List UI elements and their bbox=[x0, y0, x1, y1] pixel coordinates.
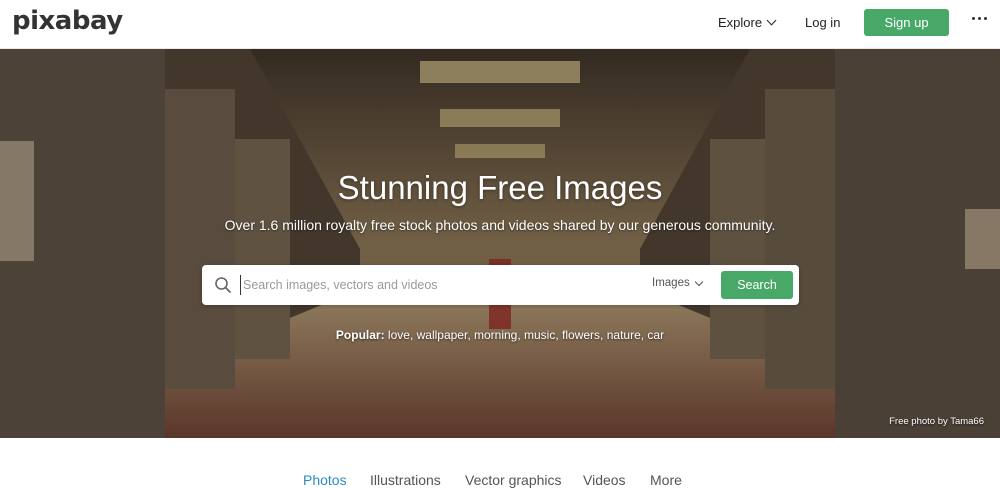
more-dots-icon[interactable] bbox=[972, 17, 987, 20]
tab-videos[interactable]: Videos bbox=[583, 472, 626, 488]
dot bbox=[984, 17, 987, 20]
media-type-dropdown[interactable]: Images bbox=[652, 277, 703, 289]
tab-photos[interactable]: Photos bbox=[303, 472, 347, 488]
tab-illustrations[interactable]: Illustrations bbox=[370, 472, 441, 488]
dot bbox=[978, 17, 981, 20]
search-bar: Images Search bbox=[202, 265, 799, 305]
hero-subtitle: Over 1.6 million royalty free stock phot… bbox=[224, 217, 776, 233]
chevron-down-icon bbox=[694, 277, 703, 286]
popular-term-music[interactable]: music bbox=[524, 328, 555, 342]
signup-button[interactable]: Sign up bbox=[864, 9, 949, 36]
search-button[interactable]: Search bbox=[721, 271, 793, 299]
search-icon[interactable] bbox=[214, 276, 232, 294]
top-navigation-bar: pixabay Explore Log in Sign up bbox=[0, 0, 1000, 49]
dot bbox=[972, 17, 975, 20]
chevron-down-icon bbox=[766, 15, 777, 26]
media-type-selected: Images bbox=[652, 277, 690, 289]
popular-term-love[interactable]: love bbox=[388, 328, 410, 342]
popular-term-nature[interactable]: nature bbox=[607, 328, 641, 342]
explore-menu[interactable]: Explore bbox=[718, 15, 777, 30]
popular-term-morning[interactable]: morning bbox=[474, 328, 517, 342]
popular-label: Popular: bbox=[335, 328, 385, 342]
pixabay-logo[interactable]: pixabay bbox=[12, 6, 123, 36]
popular-searches: Popular: love, wallpaper, morning, music… bbox=[335, 328, 665, 342]
login-link[interactable]: Log in bbox=[805, 15, 840, 30]
tab-vector-graphics[interactable]: Vector graphics bbox=[465, 472, 562, 488]
tab-more[interactable]: More bbox=[650, 472, 682, 488]
photo-credit-link[interactable]: Free photo by Tama66 bbox=[889, 416, 984, 427]
hero-background-image bbox=[0, 49, 1000, 438]
hero-title: Stunning Free Images bbox=[337, 169, 663, 206]
search-input[interactable] bbox=[240, 275, 630, 295]
popular-term-car[interactable]: car bbox=[647, 328, 664, 342]
explore-label: Explore bbox=[718, 15, 763, 30]
hero-banner: Stunning Free Images Over 1.6 million ro… bbox=[0, 49, 1000, 438]
popular-term-wallpaper[interactable]: wallpaper bbox=[417, 328, 468, 342]
media-tabs: Photos Illustrations Vector graphics Vid… bbox=[0, 468, 1000, 488]
popular-term-flowers[interactable]: flowers bbox=[562, 328, 600, 342]
